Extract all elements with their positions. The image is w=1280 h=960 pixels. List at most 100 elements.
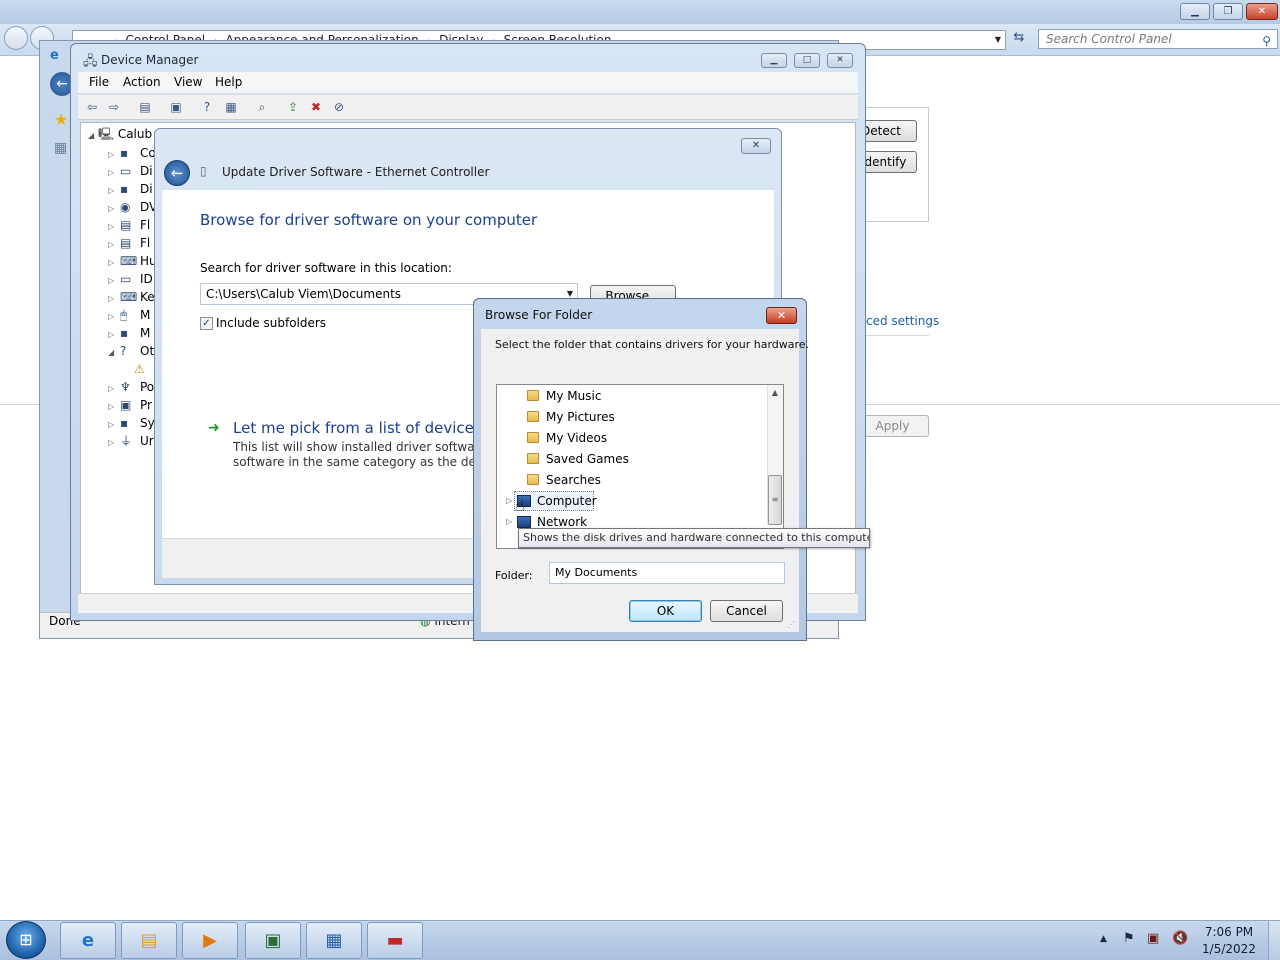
search-location-label: Search for driver software in this locat… xyxy=(200,261,452,275)
tree-item[interactable]: ▷ ▪ Di xyxy=(108,180,153,198)
include-subfolders-checkbox[interactable]: ✓ xyxy=(200,317,213,330)
close-button[interactable]: ✕ xyxy=(1246,3,1278,20)
tree-item[interactable]: ▷ ⌨ Hu xyxy=(108,252,157,270)
collapse-icon[interactable]: ◢ xyxy=(108,344,120,362)
tree-item[interactable]: ▷ ♆ Po xyxy=(108,378,154,396)
folder-item-my-videos[interactable]: My Videos xyxy=(527,429,607,447)
minimize-button[interactable]: ▁ xyxy=(761,53,787,68)
action-center-flag-icon[interactable]: ⚑ xyxy=(1123,931,1135,946)
toolbar xyxy=(78,95,858,120)
tree-item[interactable]: ▷ ⌨ Ke xyxy=(108,288,155,306)
tree-item[interactable]: ▷ ▪ Co xyxy=(108,144,156,162)
expand-icon[interactable]: ▷ xyxy=(506,496,512,505)
folder-icon xyxy=(527,411,539,422)
close-button[interactable]: ✕ xyxy=(741,138,771,154)
folder-field[interactable]: My Documents xyxy=(549,562,785,584)
apply-button[interactable]: Apply xyxy=(856,415,929,437)
device-icon: ▤ xyxy=(120,236,132,250)
file-explorer-taskbar-icon[interactable]: ▤ xyxy=(121,922,177,959)
folder-item-my-music[interactable]: My Music xyxy=(527,387,601,405)
green-arrow-icon: ➜ xyxy=(208,420,220,436)
tree-item[interactable]: ▷ 🖱 M xyxy=(108,306,150,324)
maximize-button[interactable]: □ xyxy=(794,53,820,68)
tree-item-label: Di xyxy=(140,182,153,196)
close-button[interactable]: ✕ xyxy=(827,53,853,68)
tree-item[interactable]: ▷ ◉ DV xyxy=(108,198,157,216)
tree-item[interactable]: ▷ ▭ ID xyxy=(108,270,153,288)
media-player-taskbar-icon[interactable]: ▶ xyxy=(182,922,238,959)
search-input[interactable]: Search Control Panel ⚲ xyxy=(1038,29,1278,49)
folder-item-saved-games[interactable]: Saved Games xyxy=(527,450,629,468)
start-button[interactable]: ⊞ xyxy=(6,921,46,959)
expand-icon[interactable]: ▷ xyxy=(506,517,512,526)
tree-item[interactable]: ▷ ▪ M xyxy=(108,324,150,342)
tree-item-ethernet[interactable]: ⚠ xyxy=(134,360,154,378)
menu-view[interactable]: View xyxy=(174,75,202,89)
scan-hardware-icon[interactable]: ⌕ xyxy=(253,99,271,116)
folder-item-computer[interactable]: Computer xyxy=(517,492,597,510)
device-manager-taskbar-icon[interactable]: ▣ xyxy=(245,922,301,959)
scroll-up-icon[interactable]: ▲ xyxy=(768,388,782,397)
tree-item[interactable]: ▷ ▤ Fl xyxy=(108,234,150,252)
menu-help[interactable]: Help xyxy=(215,75,242,89)
uninstall-icon[interactable]: ✖ xyxy=(307,99,325,116)
show-hidden-icons-icon[interactable]: ▲ xyxy=(1100,934,1107,944)
favorites-star-icon[interactable]: ★ xyxy=(54,110,68,129)
back-arrow-icon[interactable]: ⇦ xyxy=(83,99,101,116)
tree-item[interactable]: ▷ ▪ Sy xyxy=(108,414,155,432)
help-icon[interactable]: ? xyxy=(198,99,216,116)
tree-item[interactable]: ▷ ▣ Pr xyxy=(108,396,152,414)
clock-date[interactable]: 1/5/2022 xyxy=(1196,942,1262,956)
menu-file[interactable]: File xyxy=(89,75,109,89)
quick-tabs-icon[interactable]: ▦ xyxy=(54,140,67,156)
forward-arrow-icon[interactable]: ⇨ xyxy=(105,99,123,116)
clock-time[interactable]: 7:06 PM xyxy=(1196,925,1262,939)
restore-button[interactable]: ❐ xyxy=(1213,3,1243,20)
advanced-settings-link[interactable]: ced settings xyxy=(866,314,939,328)
back-button[interactable] xyxy=(4,26,28,50)
folder-label: My Music xyxy=(546,389,602,403)
tree-root[interactable]: ◢ 🖳 Calub xyxy=(88,125,152,143)
disable-device-icon[interactable]: ⊘ xyxy=(330,99,348,116)
include-subfolders-label[interactable]: Include subfolders xyxy=(216,316,326,330)
volume-muted-icon[interactable]: 🔇 xyxy=(1172,931,1188,946)
show-desktop-button[interactable] xyxy=(1268,921,1280,960)
search-icon[interactable]: ⚲ xyxy=(1262,32,1271,50)
tree-item-label: Ur xyxy=(140,434,154,448)
device-icon: ▭ xyxy=(120,164,132,178)
processor-icon: ▣ xyxy=(120,398,132,412)
toolbox-taskbar-icon[interactable]: ▬ xyxy=(367,922,423,959)
scrollbar-thumb[interactable]: ≡ xyxy=(768,475,782,525)
tree-item[interactable]: ◢? Ot xyxy=(108,342,154,360)
properties-icon[interactable]: ▣ xyxy=(167,99,185,116)
minimize-button[interactable]: ▁ xyxy=(1180,3,1210,20)
refresh-icon[interactable]: ⇆ xyxy=(1008,29,1030,49)
address-dropdown-icon[interactable]: ▼ xyxy=(995,31,1001,49)
folder-item-searches[interactable]: Searches xyxy=(527,471,601,489)
menu-action[interactable]: Action xyxy=(123,75,161,89)
resize-grip-icon[interactable]: ⋰ xyxy=(787,620,795,629)
search-placeholder: Search Control Panel xyxy=(1046,32,1172,46)
control-panel-titlebar xyxy=(0,0,1280,24)
network-disconnected-icon[interactable]: ▣ xyxy=(1147,931,1159,946)
collapse-icon[interactable]: ◢ xyxy=(88,131,94,140)
update-driver-icon[interactable]: ⇪ xyxy=(284,99,302,116)
folder-item-my-pictures[interactable]: My Pictures xyxy=(527,408,615,426)
page-heading: Browse for driver software on your compu… xyxy=(200,211,538,229)
tree-item[interactable]: ▷ ⏚ Ur xyxy=(108,432,154,450)
device-manager-icon: 🖧 xyxy=(83,54,98,69)
device-icon: ⌨ xyxy=(120,254,138,268)
close-button[interactable]: ✕ xyxy=(766,307,797,324)
cancel-button[interactable]: Cancel xyxy=(710,600,783,622)
show-hide-tree-icon[interactable]: ▤ xyxy=(136,99,154,116)
tree-item[interactable]: ▷ ▤ Fl xyxy=(108,216,150,234)
pick-from-list-link[interactable]: Let me pick from a list of device dri xyxy=(233,419,473,437)
ok-button[interactable]: OK xyxy=(629,600,702,622)
back-button[interactable]: ← xyxy=(164,160,190,186)
expand-icon[interactable]: ▷ xyxy=(108,434,120,452)
control-panel-taskbar-icon[interactable]: ▦ xyxy=(306,922,362,959)
device-icon: ▤ xyxy=(120,218,132,232)
view-icon[interactable]: ▦ xyxy=(222,99,240,116)
tree-item[interactable]: ▷ ▭ Di xyxy=(108,162,153,180)
internet-explorer-taskbar-icon[interactable]: e xyxy=(60,922,116,959)
